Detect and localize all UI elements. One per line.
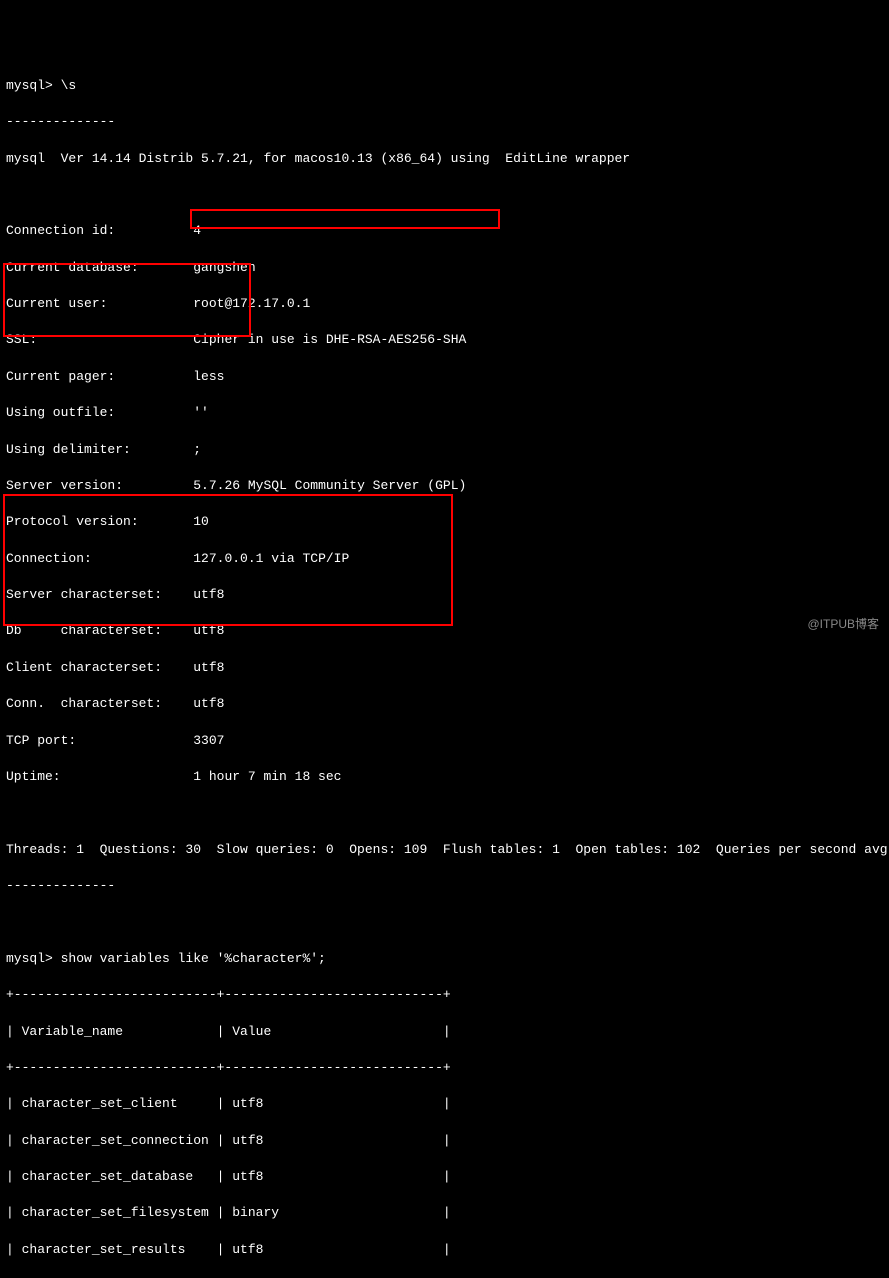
- prompt-line[interactable]: mysql> show variables like '%character%'…: [6, 950, 883, 968]
- db-charset: Db characterset: utf8: [6, 622, 883, 640]
- outfile: Using outfile: '': [6, 404, 883, 422]
- table-row: | character_set_filesystem | binary |: [6, 1204, 883, 1222]
- connection: Connection: 127.0.0.1 via TCP/IP: [6, 550, 883, 568]
- version-line: mysql Ver 14.14 Distrib 5.7.21, for maco…: [6, 150, 883, 168]
- prompt-text: mysql> show variables like '%character%'…: [6, 951, 326, 966]
- prompt-text: mysql> \s: [6, 78, 76, 93]
- table-row: | character_set_client | utf8 |: [6, 1095, 883, 1113]
- tcp-port: TCP port: 3307: [6, 732, 883, 750]
- server-charset: Server characterset: utf8: [6, 586, 883, 604]
- protocol-version: Protocol version: 10: [6, 513, 883, 531]
- conn-id: Connection id: 4: [6, 222, 883, 240]
- table-row: | character_set_server | utf8 |: [6, 1277, 883, 1278]
- dashes: --------------: [6, 113, 883, 131]
- current-user: Current user: root@172.17.0.1: [6, 295, 883, 313]
- stats-line: Threads: 1 Questions: 30 Slow queries: 0…: [6, 841, 883, 859]
- current-db: Current database: gangshen: [6, 259, 883, 277]
- uptime: Uptime: 1 hour 7 min 18 sec: [6, 768, 883, 786]
- watermark: @ITPUB博客: [807, 616, 879, 633]
- dashes: --------------: [6, 877, 883, 895]
- pager: Current pager: less: [6, 368, 883, 386]
- table-border: +--------------------------+------------…: [6, 986, 883, 1004]
- table-border: +--------------------------+------------…: [6, 1059, 883, 1077]
- client-charset: Client characterset: utf8: [6, 659, 883, 677]
- prompt-line[interactable]: mysql> \s: [6, 77, 883, 95]
- table-header: | Variable_name | Value |: [6, 1023, 883, 1041]
- conn-charset: Conn. characterset: utf8: [6, 695, 883, 713]
- table-row: | character_set_results | utf8 |: [6, 1241, 883, 1259]
- table-row: | character_set_connection | utf8 |: [6, 1132, 883, 1150]
- ssl: SSL: Cipher in use is DHE-RSA-AES256-SHA: [6, 331, 883, 349]
- server-version: Server version: 5.7.26 MySQL Community S…: [6, 477, 883, 495]
- table-row: | character_set_database | utf8 |: [6, 1168, 883, 1186]
- delimiter: Using delimiter: ;: [6, 441, 883, 459]
